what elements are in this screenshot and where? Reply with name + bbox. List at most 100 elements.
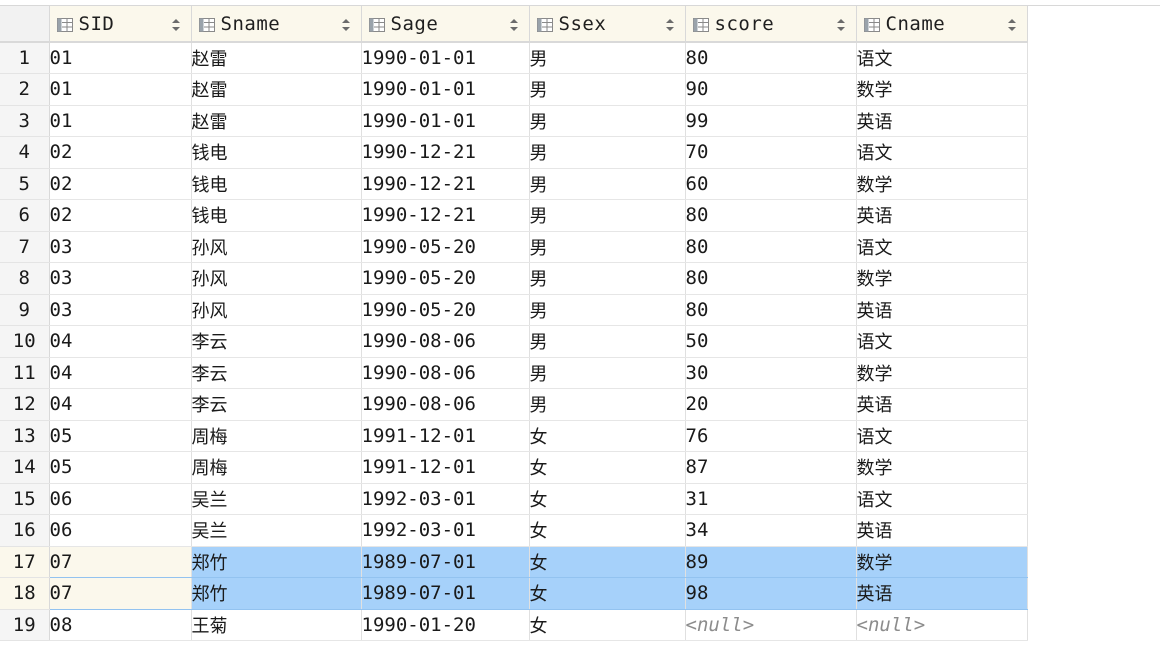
- cell-cname[interactable]: 数学: [856, 546, 1028, 578]
- table-row[interactable]: 1 01 赵雷 1990-01-01 男 80 语文: [0, 42, 1028, 74]
- cell-cname[interactable]: <null>: [856, 609, 1028, 641]
- column-header-ssex[interactable]: Ssex: [529, 6, 686, 43]
- table-row[interactable]: 7 03 孙风 1990-05-20 男 80 语文: [0, 231, 1028, 263]
- cell-cname[interactable]: 英语: [856, 199, 1028, 232]
- cell-sid[interactable]: 06: [49, 483, 192, 515]
- table-row[interactable]: 8 03 孙风 1990-05-20 男 80 数学: [0, 262, 1028, 295]
- cell-score[interactable]: 80: [685, 294, 857, 326]
- cell-cname[interactable]: 数学: [856, 168, 1028, 200]
- cell-cname[interactable]: 英语: [856, 105, 1028, 137]
- cell-score[interactable]: 80: [685, 42, 857, 74]
- cell-cname[interactable]: 英语: [856, 294, 1028, 326]
- cell-ssex[interactable]: 女: [529, 577, 686, 610]
- cell-ssex[interactable]: 男: [529, 42, 686, 74]
- cell-sname[interactable]: 李云: [191, 357, 362, 389]
- cell-sage[interactable]: 1990-12-21: [361, 199, 530, 232]
- cell-sage[interactable]: 1989-07-01: [361, 546, 530, 578]
- cell-sname[interactable]: 钱电: [191, 168, 362, 200]
- cell-sname[interactable]: 钱电: [191, 136, 362, 169]
- row-number[interactable]: 6: [0, 199, 50, 232]
- cell-score[interactable]: 50: [685, 325, 857, 358]
- row-number[interactable]: 17: [0, 546, 50, 578]
- cell-sname[interactable]: 赵雷: [191, 73, 362, 106]
- table-row[interactable]: 12 04 李云 1990-08-06 男 20 英语: [0, 388, 1028, 421]
- cell-sage[interactable]: 1990-08-06: [361, 388, 530, 421]
- sort-icon[interactable]: [1007, 17, 1017, 31]
- cell-sage[interactable]: 1991-12-01: [361, 451, 530, 484]
- cell-score[interactable]: 34: [685, 514, 857, 547]
- cell-sage[interactable]: 1990-08-06: [361, 357, 530, 389]
- cell-cname[interactable]: 语文: [856, 325, 1028, 358]
- cell-cname[interactable]: 语文: [856, 136, 1028, 169]
- cell-cname[interactable]: 数学: [856, 357, 1028, 389]
- cell-cname[interactable]: 语文: [856, 42, 1028, 74]
- cell-sage[interactable]: 1990-08-06: [361, 325, 530, 358]
- cell-sid[interactable]: 04: [49, 325, 192, 358]
- cell-sname[interactable]: 赵雷: [191, 42, 362, 74]
- cell-sage[interactable]: 1992-03-01: [361, 483, 530, 515]
- cell-sid[interactable]: 06: [49, 514, 192, 547]
- cell-sid[interactable]: 02: [49, 199, 192, 232]
- row-number[interactable]: 9: [0, 294, 50, 326]
- cell-sid[interactable]: 01: [49, 42, 192, 74]
- row-number[interactable]: 3: [0, 105, 50, 137]
- cell-ssex[interactable]: 男: [529, 357, 686, 389]
- row-number[interactable]: 2: [0, 73, 50, 106]
- cell-ssex[interactable]: 男: [529, 325, 686, 358]
- cell-sage[interactable]: 1990-01-01: [361, 42, 530, 74]
- cell-score[interactable]: 76: [685, 420, 857, 452]
- cell-sid[interactable]: 02: [49, 168, 192, 200]
- cell-sname[interactable]: 周梅: [191, 451, 362, 484]
- table-row[interactable]: 13 05 周梅 1991-12-01 女 76 语文: [0, 420, 1028, 452]
- cell-sname[interactable]: 李云: [191, 325, 362, 358]
- sort-icon[interactable]: [171, 17, 181, 31]
- cell-sid[interactable]: 03: [49, 231, 192, 263]
- cell-sid[interactable]: 05: [49, 420, 192, 452]
- table-row[interactable]: 17 07 郑竹 1989-07-01 女 89 数学: [0, 546, 1028, 578]
- sort-icon[interactable]: [509, 17, 519, 31]
- cell-sname[interactable]: 吴兰: [191, 483, 362, 515]
- cell-sid[interactable]: 07: [49, 577, 192, 610]
- table-row[interactable]: 19 08 王菊 1990-01-20 女 <null> <null>: [0, 609, 1028, 641]
- row-number[interactable]: 7: [0, 231, 50, 263]
- cell-score[interactable]: 70: [685, 136, 857, 169]
- table-row[interactable]: 5 02 钱电 1990-12-21 男 60 数学: [0, 168, 1028, 200]
- row-number[interactable]: 8: [0, 262, 50, 295]
- cell-cname[interactable]: 语文: [856, 420, 1028, 452]
- cell-sname[interactable]: 郑竹: [191, 546, 362, 578]
- cell-cname[interactable]: 数学: [856, 451, 1028, 484]
- cell-sid[interactable]: 01: [49, 73, 192, 106]
- cell-cname[interactable]: 英语: [856, 577, 1028, 610]
- cell-sname[interactable]: 王菊: [191, 609, 362, 641]
- cell-sname[interactable]: 钱电: [191, 199, 362, 232]
- cell-score[interactable]: 90: [685, 73, 857, 106]
- cell-ssex[interactable]: 男: [529, 199, 686, 232]
- row-number[interactable]: 12: [0, 388, 50, 421]
- table-row[interactable]: 18 07 郑竹 1989-07-01 女 98 英语: [0, 577, 1028, 610]
- cell-score[interactable]: 89: [685, 546, 857, 578]
- cell-sage[interactable]: 1990-12-21: [361, 168, 530, 200]
- cell-ssex[interactable]: 男: [529, 73, 686, 106]
- row-number[interactable]: 5: [0, 168, 50, 200]
- cell-sage[interactable]: 1990-05-20: [361, 231, 530, 263]
- column-header-sid[interactable]: SID: [49, 6, 192, 43]
- table-row[interactable]: 15 06 吴兰 1992-03-01 女 31 语文: [0, 483, 1028, 515]
- cell-ssex[interactable]: 男: [529, 294, 686, 326]
- row-number[interactable]: 11: [0, 357, 50, 389]
- row-number[interactable]: 4: [0, 136, 50, 169]
- cell-cname[interactable]: 语文: [856, 231, 1028, 263]
- sort-icon[interactable]: [665, 17, 675, 31]
- table-row[interactable]: 16 06 吴兰 1992-03-01 女 34 英语: [0, 514, 1028, 547]
- table-row[interactable]: 6 02 钱电 1990-12-21 男 80 英语: [0, 199, 1028, 232]
- cell-score[interactable]: 31: [685, 483, 857, 515]
- column-header-score[interactable]: score: [685, 6, 857, 43]
- cell-ssex[interactable]: 女: [529, 420, 686, 452]
- table-row[interactable]: 9 03 孙风 1990-05-20 男 80 英语: [0, 294, 1028, 326]
- cell-score[interactable]: <null>: [685, 609, 857, 641]
- column-header-cname[interactable]: Cname: [856, 6, 1028, 43]
- row-number[interactable]: 14: [0, 451, 50, 484]
- cell-sid[interactable]: 08: [49, 609, 192, 641]
- cell-score[interactable]: 80: [685, 262, 857, 295]
- cell-sage[interactable]: 1990-01-01: [361, 73, 530, 106]
- cell-sname[interactable]: 吴兰: [191, 514, 362, 547]
